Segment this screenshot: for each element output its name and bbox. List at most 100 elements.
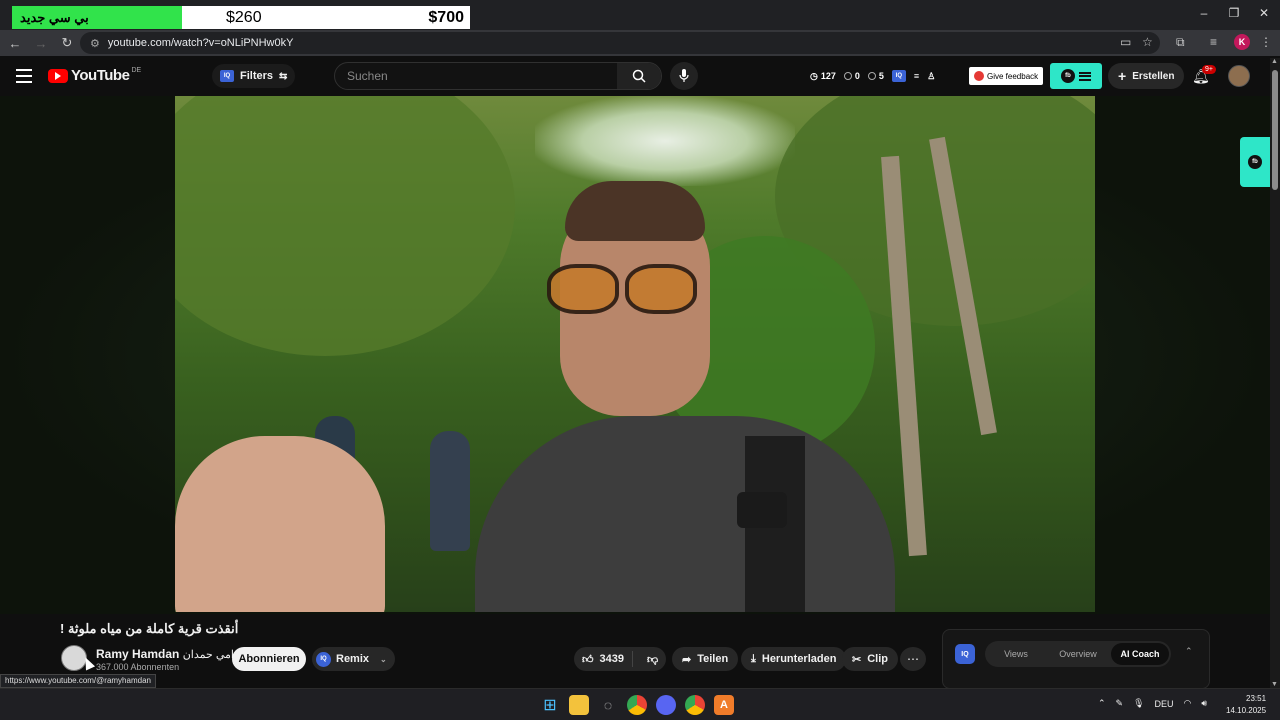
- list-icon[interactable]: ≡: [914, 71, 919, 81]
- menu-icon[interactable]: [16, 69, 32, 83]
- price-banner: بي سي جديد $260 $700: [12, 6, 470, 29]
- microphone-icon: [679, 69, 689, 82]
- scrollbar-thumb[interactable]: [1272, 70, 1278, 190]
- restore-button[interactable]: ❐: [1224, 6, 1244, 20]
- chrome-icon[interactable]: [627, 695, 647, 715]
- tab-views[interactable]: Views: [987, 643, 1045, 665]
- video-sky: [535, 96, 795, 186]
- filters-label: Filters: [240, 70, 274, 82]
- site-settings-icon[interactable]: ⚙: [90, 37, 100, 50]
- browser-titlebar: بي سي جديد $260 $700 – ❐ ✕: [0, 0, 1280, 30]
- minimize-button[interactable]: –: [1194, 6, 1214, 20]
- scroll-down-icon[interactable]: ▼: [1271, 681, 1278, 688]
- account-avatar[interactable]: [1228, 65, 1250, 87]
- fb-side-logo-icon: fb: [1248, 155, 1262, 169]
- chevron-up-icon[interactable]: ⌃: [1185, 646, 1193, 657]
- tray-chevron-up-icon[interactable]: ⌃: [1098, 698, 1106, 709]
- create-label: Erstellen: [1132, 70, 1175, 82]
- url-bar[interactable]: ⚙ youtube.com/watch?v=oNLiPNHw0kY: [80, 32, 1160, 54]
- link-status-url: https://www.youtube.com/@ramyhamdan: [0, 674, 156, 688]
- video-ambient-area: [0, 96, 1270, 614]
- input-language[interactable]: DEU: [1155, 699, 1174, 709]
- logo-text: YouTube: [71, 67, 130, 84]
- iq-stats-icon[interactable]: IQ: [891, 70, 906, 82]
- taskbar-clock[interactable]: 23:51 14.10.2025: [1226, 693, 1266, 717]
- video-player[interactable]: [175, 96, 1095, 612]
- channel-name[interactable]: Ramy Hamdan - رامي حمدان: [96, 647, 246, 661]
- youtube-logo[interactable]: YouTube DE: [48, 67, 141, 84]
- app-orange-icon[interactable]: A: [714, 695, 734, 715]
- feedback-label: Give feedback: [987, 71, 1039, 81]
- address-bar-row: ← → ↻ ⚙ youtube.com/watch?v=oNLiPNHw0kY …: [0, 30, 1280, 56]
- visibility-icon: [867, 72, 876, 80]
- chevron-down-icon: ⌄: [380, 654, 387, 664]
- scroll-up-icon[interactable]: ▲: [1271, 58, 1278, 65]
- presenter-hair: [565, 181, 705, 241]
- download-icon: ⤓: [751, 652, 756, 665]
- share-label: Teilen: [697, 653, 729, 665]
- windows-start-icon[interactable]: ⊞: [540, 695, 560, 715]
- eye-icon: [843, 72, 852, 80]
- create-button[interactable]: + Erstellen: [1108, 63, 1185, 89]
- forward-arrow-icon[interactable]: →: [30, 36, 52, 51]
- extensions-icon[interactable]: ⧉: [1176, 35, 1185, 50]
- clock-time: 23:51: [1246, 694, 1267, 703]
- iq-remix-icon: IQ: [316, 651, 331, 667]
- like-button[interactable]: 👍︎ 3439: [574, 651, 633, 667]
- back-arrow-icon[interactable]: ←: [4, 36, 26, 51]
- tray-pen-icon[interactable]: ✎: [1116, 698, 1124, 709]
- chrome-profile-icon[interactable]: [685, 695, 705, 715]
- discord-icon[interactable]: [656, 695, 676, 715]
- profile-avatar[interactable]: K: [1234, 34, 1250, 50]
- trophy-icon[interactable]: ♙: [927, 71, 935, 82]
- bookmark-star-icon[interactable]: ☆: [1142, 35, 1153, 49]
- clip-microphone: [737, 492, 787, 528]
- more-actions-button[interactable]: ⋯: [900, 647, 926, 671]
- fb-side-tab[interactable]: fb: [1240, 137, 1270, 187]
- windows-taskbar: ⊞ ◌ A ⌃ ✎ 🎙︎ DEU ◠ 🔊︎ 23:51 14.10.2025: [0, 688, 1280, 720]
- youtube-play-icon: [48, 68, 68, 83]
- banner-price-new: $700: [428, 8, 464, 26]
- like-dislike-group: 👍︎ 3439 👎︎: [574, 647, 666, 671]
- browser-menu-icon[interactable]: ⋮: [1260, 35, 1272, 49]
- tray-mic-icon[interactable]: 🎙︎: [1133, 698, 1144, 709]
- like-count: 3439: [599, 653, 624, 665]
- reload-icon[interactable]: ↻: [56, 35, 78, 51]
- extension-stats: ◷ 127 0 5 IQ ≡ ♙: [810, 70, 935, 82]
- download-label: Herunterladen: [761, 653, 837, 665]
- tab-overview[interactable]: Overview: [1049, 643, 1107, 665]
- stat-views: 127: [820, 71, 836, 81]
- region-code: DE: [131, 67, 142, 74]
- banner-arabic-label: بي سي جديد: [12, 6, 182, 29]
- search-button[interactable]: [617, 63, 661, 89]
- file-explorer-icon[interactable]: [569, 695, 589, 715]
- share-button[interactable]: ➦ Teilen: [672, 647, 739, 671]
- sliders-icon: ⇆: [279, 70, 288, 82]
- stat-other: 5: [878, 71, 884, 81]
- clip-button[interactable]: ✂ Clip: [842, 647, 898, 671]
- tab-ai-coach[interactable]: AI Coach: [1111, 643, 1169, 665]
- subscriber-count: 367.000 Abonnenten: [96, 662, 180, 672]
- foliage-left: [175, 96, 515, 356]
- volume-icon[interactable]: 🔊︎: [1201, 698, 1207, 709]
- clock-app-icon[interactable]: ◌: [598, 695, 618, 715]
- wifi-icon[interactable]: ◠: [1184, 698, 1192, 709]
- voice-search-button[interactable]: [670, 62, 698, 90]
- reading-list-icon[interactable]: ≡: [1210, 35, 1217, 49]
- search-input[interactable]: [335, 63, 617, 89]
- page-scrollbar[interactable]: ▲ ▼: [1270, 58, 1280, 688]
- thumbs-up-icon: 👍︎: [582, 653, 594, 666]
- fb-extension-button[interactable]: fb: [1050, 63, 1102, 89]
- background-person-2: [430, 431, 470, 551]
- dislike-button[interactable]: 👎︎: [639, 653, 666, 666]
- filters-button[interactable]: IQ Filters ⇆: [212, 64, 296, 88]
- remix-button[interactable]: IQ Remix ⌄: [312, 647, 395, 671]
- subscribe-button[interactable]: Abonnieren: [232, 647, 306, 671]
- cast-icon[interactable]: ▭: [1120, 35, 1131, 49]
- banner-price-old: $260: [226, 8, 262, 26]
- close-window-button[interactable]: ✕: [1254, 6, 1274, 20]
- give-feedback-button[interactable]: Give feedback: [969, 67, 1044, 85]
- download-button[interactable]: ⤓ Herunterladen: [741, 647, 847, 671]
- scissors-icon: ✂: [852, 653, 862, 666]
- iq-extension-panel: IQ Views Overview AI Coach ⌃: [942, 629, 1210, 689]
